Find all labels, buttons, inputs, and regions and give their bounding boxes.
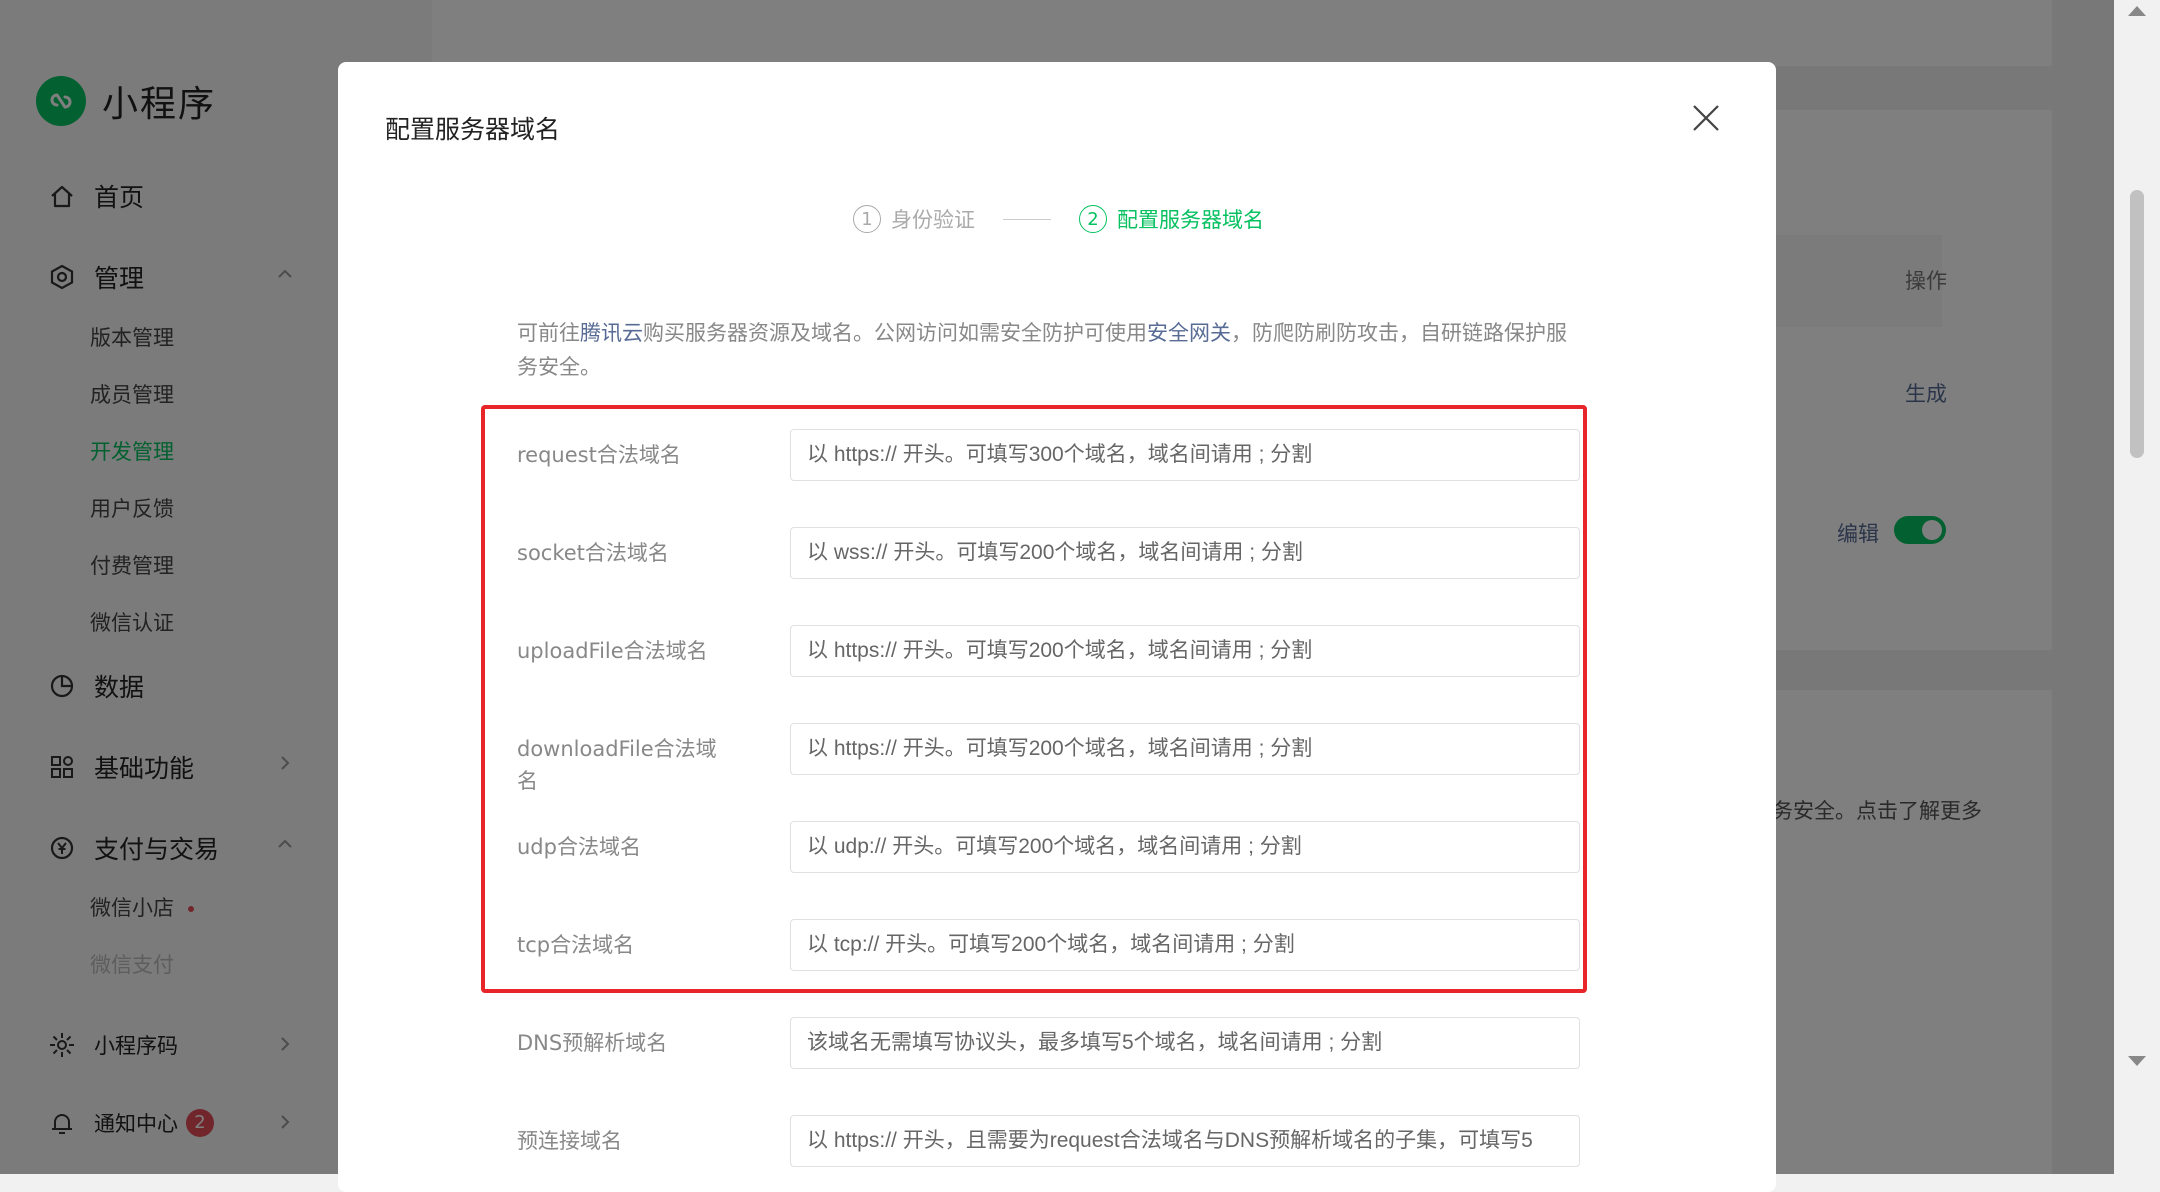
scroll-down-arrow-icon[interactable] <box>2128 1056 2146 1066</box>
step-divider <box>1003 218 1051 220</box>
step-2-number: 2 <box>1079 205 1107 233</box>
scroll-up-arrow-icon[interactable] <box>2128 6 2146 16</box>
scroll-thumb[interactable] <box>2130 190 2144 458</box>
security-gateway-link[interactable]: 安全网关 <box>1147 321 1231 345</box>
preconnect-input[interactable] <box>790 1115 1580 1167</box>
notice-part1: 可前往 <box>517 321 580 345</box>
highlight-annotation-box <box>481 405 1587 993</box>
step-indicator: 1 身份验证 2 配置服务器域名 <box>853 204 1264 234</box>
field-preconnect: 预连接域名 <box>517 1115 1587 1169</box>
close-icon[interactable] <box>1686 98 1726 138</box>
dns-prefetch-label: DNS预解析域名 <box>517 1031 668 1055</box>
notice-part2: 购买服务器资源及域名。公网访问如需安全防护可使用 <box>643 321 1147 345</box>
step-2-label: 配置服务器域名 <box>1117 208 1264 232</box>
dialog-title: 配置服务器域名 <box>385 115 561 144</box>
page-scrollbar[interactable] <box>2114 0 2160 1174</box>
step-1-label: 身份验证 <box>891 208 975 232</box>
step-identity: 1 身份验证 <box>853 204 975 234</box>
dns-prefetch-input[interactable] <box>790 1017 1580 1069</box>
field-dns-prefetch: DNS预解析域名 <box>517 1017 1587 1071</box>
notice-text: 可前往腾讯云购买服务器资源及域名。公网访问如需安全防护可使用安全网关，防爬防刷防… <box>517 316 1577 384</box>
step-configure: 2 配置服务器域名 <box>1079 204 1264 234</box>
step-1-number: 1 <box>853 205 881 233</box>
preconnect-label: 预连接域名 <box>517 1129 622 1153</box>
configure-domain-dialog: 配置服务器域名 1 身份验证 2 配置服务器域名 可前往腾讯云购买服务器资源及域… <box>338 62 1776 1192</box>
tencent-cloud-link[interactable]: 腾讯云 <box>580 321 643 345</box>
